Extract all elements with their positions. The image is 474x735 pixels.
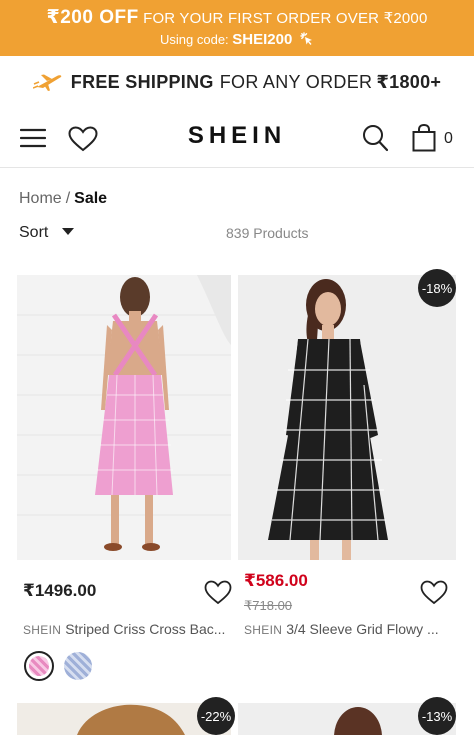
breadcrumb-home[interactable]: Home: [19, 190, 62, 207]
breadcrumb-separator: /: [65, 190, 71, 207]
discount-badge: -18%: [418, 269, 456, 307]
product-title: 3/4 Sleeve Grid Flowy ...: [286, 621, 439, 637]
color-swatch-blue[interactable]: [64, 652, 92, 680]
breadcrumb-current: Sale: [74, 190, 108, 207]
free-shipping-banner[interactable]: FREE SHIPPING FOR ANY ORDER ₹1800+: [0, 56, 474, 108]
free-shipping-text: FOR ANY ORDER: [219, 71, 373, 92]
product-card[interactable]: -22%: [17, 697, 235, 735]
free-shipping-title: FREE SHIPPING: [70, 71, 214, 92]
promo-code-label: Using code:: [160, 32, 229, 47]
discount-badge: -22%: [197, 697, 235, 735]
product-name[interactable]: SHEIN 3/4 Sleeve Grid Flowy ...: [244, 621, 454, 637]
promo-headline: ₹200 OFF FOR YOUR FIRST ORDER OVER ₹2000: [0, 6, 474, 29]
breadcrumb: Home / Sale: [19, 190, 107, 208]
product-name[interactable]: SHEIN Striped Criss Cross Bac...: [23, 621, 233, 637]
sort-label: Sort: [19, 224, 49, 241]
product-title: Striped Criss Cross Bac...: [65, 621, 226, 637]
promo-code: SHEI200: [232, 31, 293, 48]
product-card[interactable]: -18% ₹586.00 ₹718.00 SHEIN 3/4 Sleeve Gri…: [238, 269, 456, 695]
product-image[interactable]: [238, 275, 456, 560]
product-brand: SHEIN: [23, 623, 62, 637]
product-image[interactable]: [17, 275, 231, 560]
cart-count[interactable]: 0: [444, 130, 453, 148]
search-icon[interactable]: [362, 124, 388, 152]
sort-dropdown[interactable]: Sort: [19, 224, 75, 242]
product-count: 839 Products: [226, 225, 309, 241]
product-price: ₹1496.00: [23, 581, 97, 600]
product-brand: SHEIN: [244, 623, 283, 637]
color-swatch-pink[interactable]: [24, 651, 54, 681]
wishlist-heart-icon[interactable]: [204, 580, 232, 606]
discount-badge: -13%: [418, 697, 456, 735]
caret-down-icon: [62, 228, 75, 235]
product-card[interactable]: ₹1496.00 SHEIN Striped Criss Cross Bac...: [17, 275, 233, 695]
site-header: SHEIN 0: [0, 108, 474, 168]
click-sparkle-icon: [300, 32, 312, 45]
product-original-price: ₹718.00: [244, 598, 293, 613]
free-shipping-amount: ₹1800+: [376, 71, 442, 92]
shopping-bag-icon[interactable]: [412, 124, 436, 152]
promo-text: FOR YOUR FIRST ORDER OVER ₹2000: [143, 10, 428, 27]
shein-logo[interactable]: SHEIN: [0, 122, 474, 150]
promo-code-line: Using code: SHEI200: [0, 31, 474, 48]
product-sale-price: ₹586.00: [244, 571, 308, 590]
wishlist-heart-icon[interactable]: [420, 580, 448, 606]
promo-banner[interactable]: ₹200 OFF FOR YOUR FIRST ORDER OVER ₹2000…: [0, 0, 474, 56]
airplane-icon: [32, 74, 62, 91]
product-card[interactable]: -13%: [238, 697, 456, 735]
promo-amount: ₹200 OFF: [46, 7, 139, 28]
